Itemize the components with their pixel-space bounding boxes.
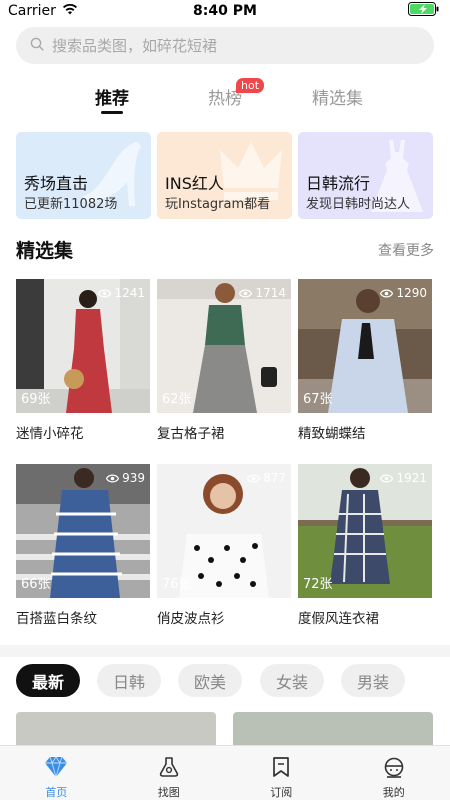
tab-collections-label: 精选集 xyxy=(312,89,363,109)
tab-hot-list[interactable]: 热榜 hot xyxy=(208,78,265,109)
tab-recommend-label: 推荐 xyxy=(95,89,129,109)
eye-icon xyxy=(380,289,394,298)
feature-card-subtitle: 发现日韩时尚达人 xyxy=(306,197,411,212)
bottom-nav: 首页 找图 订阅 我的 xyxy=(0,745,450,800)
bookmark-icon xyxy=(271,756,291,782)
category-chip-japan-korea[interactable]: 日韩 xyxy=(97,664,161,697)
diamond-icon xyxy=(44,756,68,782)
collection-caption: 俏皮波点衫 xyxy=(157,611,225,627)
collection-caption: 度假风连衣裙 xyxy=(298,611,379,627)
view-count-value: 1241 xyxy=(114,286,145,300)
image-count: 72张 xyxy=(303,577,333,592)
view-count: 877 xyxy=(247,471,286,485)
nav-home[interactable]: 首页 xyxy=(0,746,113,800)
feature-card-subtitle: 玩Instagram都看 xyxy=(165,197,271,212)
search-icon xyxy=(30,36,44,55)
eye-icon xyxy=(106,474,120,483)
category-chip-mens[interactable]: 男装 xyxy=(341,664,405,697)
image-count: 62张 xyxy=(162,392,192,407)
view-count: 1290 xyxy=(380,286,427,300)
image-count: 67张 xyxy=(303,392,333,407)
view-count: 939 xyxy=(106,471,145,485)
nav-subscribe-label: 订阅 xyxy=(270,786,293,799)
see-more-link[interactable]: 查看更多 xyxy=(378,240,434,260)
view-count-value: 1921 xyxy=(396,471,427,485)
search-input[interactable]: 搜索品类图，如碎花短裙 xyxy=(16,27,434,64)
eye-icon xyxy=(239,289,253,298)
feature-card-title: 秀场直击 xyxy=(24,174,89,193)
find-image-icon xyxy=(158,756,180,782)
collection-caption: 复古格子裙 xyxy=(157,426,225,442)
image-count: 76张 xyxy=(162,577,192,592)
eye-icon xyxy=(247,474,261,483)
hot-badge: hot xyxy=(236,78,265,93)
collection-card[interactable]: 877 76张 俏皮波点衫 xyxy=(157,464,291,627)
collection-image: 1714 62张 xyxy=(157,279,291,413)
feature-card-title: 日韩流行 xyxy=(306,174,371,193)
view-count-value: 1290 xyxy=(396,286,427,300)
feature-card-runway[interactable]: 秀场直击 已更新11082场 xyxy=(16,132,151,219)
feature-card-japan-korea[interactable]: 日韩流行 发现日韩时尚达人 xyxy=(298,132,433,219)
nav-profile[interactable]: 我的 xyxy=(338,746,450,800)
nav-find-image[interactable]: 找图 xyxy=(113,746,226,800)
status-bar: Carrier 8:40 PM xyxy=(0,0,450,22)
collections-section-title: 精选集 xyxy=(16,240,74,262)
clock: 8:40 PM xyxy=(193,3,257,19)
tab-collections[interactable]: 精选集 xyxy=(312,84,363,109)
nav-home-label: 首页 xyxy=(45,786,68,799)
collection-image: 877 76张 xyxy=(157,464,291,598)
view-count-value: 877 xyxy=(263,471,286,485)
collection-caption: 迷情小碎花 xyxy=(16,426,84,442)
nav-profile-label: 我的 xyxy=(382,786,405,799)
carrier-label: Carrier xyxy=(8,3,56,19)
collection-card[interactable]: 1921 72张 度假风连衣裙 xyxy=(298,464,432,627)
search-placeholder: 搜索品类图，如碎花短裙 xyxy=(52,37,218,55)
battery-icon xyxy=(408,2,442,20)
eye-icon xyxy=(380,474,394,483)
section-divider xyxy=(0,645,450,657)
view-count-value: 939 xyxy=(122,471,145,485)
category-chip-womens[interactable]: 女装 xyxy=(260,664,324,697)
feature-card-subtitle: 已更新11082场 xyxy=(24,197,118,212)
feature-card-ins[interactable]: INS红人 玩Instagram都看 xyxy=(157,132,292,219)
collection-image: 1921 72张 xyxy=(298,464,432,598)
category-chip-western[interactable]: 欧美 xyxy=(178,664,242,697)
feature-card-title: INS红人 xyxy=(165,174,224,193)
collection-image: 1290 67张 xyxy=(298,279,432,413)
image-count: 66张 xyxy=(21,577,51,592)
nav-subscribe[interactable]: 订阅 xyxy=(225,746,338,800)
view-count: 1714 xyxy=(239,286,286,300)
collection-caption: 精致蝴蝶结 xyxy=(298,426,366,442)
view-count: 1921 xyxy=(380,471,427,485)
active-tab-indicator xyxy=(101,111,123,114)
nav-find-image-label: 找图 xyxy=(157,786,180,799)
collection-card[interactable]: 939 66张 百搭蓝白条纹 xyxy=(16,464,150,627)
image-count: 69张 xyxy=(21,392,51,407)
eye-icon xyxy=(98,289,112,298)
collection-card[interactable]: 1714 62张 复古格子裙 xyxy=(157,279,291,442)
collection-card[interactable]: 1290 67张 精致蝴蝶结 xyxy=(298,279,432,442)
wifi-icon xyxy=(62,3,78,19)
category-chip-latest[interactable]: 最新 xyxy=(16,664,80,697)
profile-icon xyxy=(383,756,405,782)
tab-recommend[interactable]: 推荐 xyxy=(95,84,129,109)
view-count-value: 1714 xyxy=(255,286,286,300)
collection-image: 1241 69张 xyxy=(16,279,150,413)
top-tabs: 推荐 热榜 hot 精选集 xyxy=(0,78,450,120)
collection-image: 939 66张 xyxy=(16,464,150,598)
collection-card[interactable]: 1241 69张 迷情小碎花 xyxy=(16,279,150,442)
view-count: 1241 xyxy=(98,286,145,300)
collection-caption: 百搭蓝白条纹 xyxy=(16,611,97,627)
